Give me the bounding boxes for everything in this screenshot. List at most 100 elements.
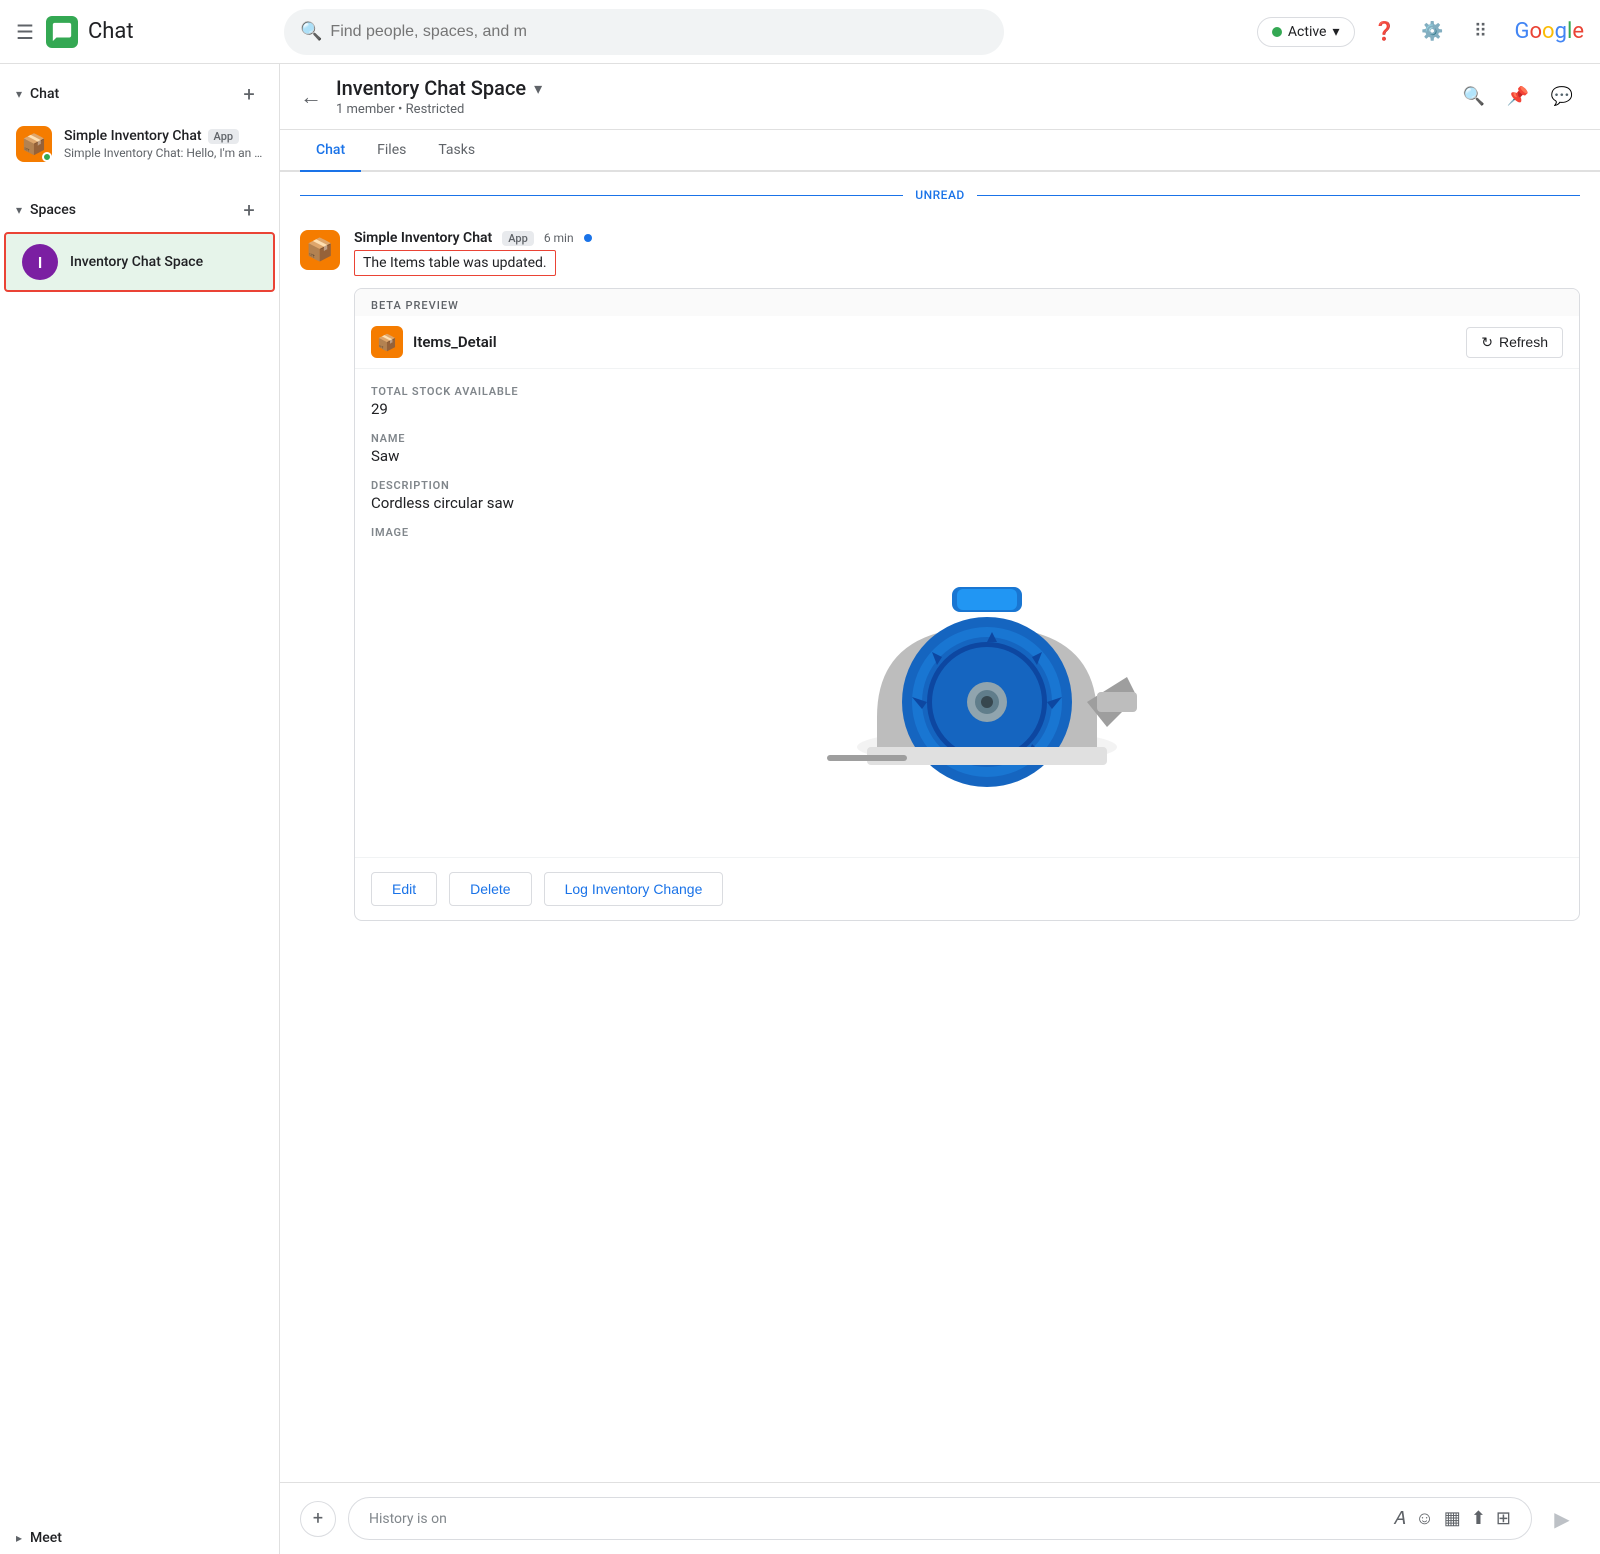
stock-value: 29 [371,400,1563,418]
add-chat-button[interactable]: + [235,80,263,108]
unread-line-left [300,195,903,196]
field-name: NAME Saw [371,432,1563,465]
meet-section-header[interactable]: ▸ Meet [16,1530,263,1546]
items-detail-card: BETA PREVIEW 📦 Items_Detail ↻ Refresh [354,288,1580,921]
card-title: Items_Detail [413,333,497,351]
send-button[interactable]: ▶ [1544,1501,1580,1537]
search-input[interactable] [330,23,988,41]
search-chat-icon[interactable]: 🔍 [1456,79,1492,115]
refresh-button[interactable]: ↻ Refresh [1466,327,1563,358]
message-text: The Items table was updated. [354,250,556,276]
app-title-label: Chat [88,19,134,44]
message-header: Simple Inventory Chat App 6 min [354,230,1580,246]
spaces-section-header[interactable]: ▾ Spaces + [0,188,279,232]
meet-section: ▸ Meet [0,1522,279,1554]
chat-title-row: Inventory Chat Space ▾ [336,76,1456,100]
message-row: 📦 Simple Inventory Chat App 6 min The It… [300,218,1580,933]
sidebar-item-name: Simple Inventory Chat App [64,128,263,144]
tab-tasks[interactable]: Tasks [422,130,491,172]
card-actions: Edit Delete Log Inventory Change [355,857,1579,920]
chat-chevron-icon: ▾ [16,87,22,101]
video-call-icon[interactable]: ⊞ [1496,1508,1511,1529]
chat-space-title: Inventory Chat Space [336,76,526,100]
chat-section-title: ▾ Chat [16,86,59,102]
meet-section-label: Meet [30,1530,62,1546]
spaces-section-title: ▾ Spaces [16,202,76,218]
message-time: 6 min [544,231,574,245]
space-dropdown-icon[interactable]: ▾ [534,79,542,98]
top-header: ☰ Chat 🔍 Active ▾ ❓ ⚙️ ⠿ Google [0,0,1600,64]
sidebar-item-inventory-space[interactable]: I Inventory Chat Space [4,232,275,292]
chat-logo-icon [51,21,73,43]
card-body: TOTAL STOCK AVAILABLE 29 NAME Saw DESCRI… [355,369,1579,857]
tab-files[interactable]: Files [361,130,422,172]
message-sender: Simple Inventory Chat [354,230,492,246]
simple-inventory-avatar: 📦 [16,126,52,162]
emoji-icon[interactable]: ☺ [1415,1508,1433,1529]
hamburger-icon[interactable]: ☰ [16,20,34,44]
pin-icon[interactable]: 📌 [1500,79,1536,115]
input-icons: 𝐴 ☺ ▦ ⬆ ⊞ [1393,1508,1511,1529]
refresh-icon: ↻ [1481,334,1493,351]
spaces-section-label: Spaces [30,202,76,218]
active-dot [1272,27,1282,37]
name-value: Saw [371,447,1563,465]
image-section [371,547,1563,827]
description-label: DESCRIPTION [371,479,1563,492]
card-header: 📦 Items_Detail ↻ Refresh [355,316,1579,369]
gif-icon[interactable]: ▦ [1444,1508,1461,1529]
beta-preview-label: BETA PREVIEW [355,289,1579,316]
message-input-box[interactable]: History is on 𝐴 ☺ ▦ ⬆ ⊞ [348,1497,1532,1540]
tab-chat[interactable]: Chat [300,130,361,172]
back-button[interactable]: ← [300,84,322,110]
chat-section-header[interactable]: ▾ Chat + [0,72,279,116]
chat-header-icons: 🔍 📌 💬 [1456,79,1580,115]
upload-icon[interactable]: ⬆ [1471,1508,1486,1529]
edit-button[interactable]: Edit [371,872,437,906]
chat-section-label: Chat [30,86,59,102]
unread-line-right [977,195,1580,196]
message-app-tag: App [502,231,534,246]
active-label: Active [1288,24,1327,40]
spaces-section: ▾ Spaces + I Inventory Chat Space [0,188,279,292]
add-attachment-button[interactable]: + [300,1501,336,1537]
field-stock: TOTAL STOCK AVAILABLE 29 [371,385,1563,418]
inventory-space-avatar: I [22,244,58,280]
app-logo [46,16,78,48]
image-label: IMAGE [371,526,1563,539]
saw-image [797,547,1137,827]
search-icon: 🔍 [300,21,322,42]
unread-divider: UNREAD [300,172,1580,218]
apps-icon[interactable]: ⠿ [1463,14,1499,50]
stock-label: TOTAL STOCK AVAILABLE [371,385,1563,398]
card-icon: 📦 [371,326,403,358]
sidebar-item-subtitle: Simple Inventory Chat: Hello, I'm an awe… [64,146,263,160]
description-value: Cordless circular saw [371,494,1563,512]
google-logo: Google [1515,19,1584,44]
active-status-badge[interactable]: Active ▾ [1257,17,1355,47]
unread-label: UNREAD [915,188,965,202]
card-title-row: 📦 Items_Detail [371,326,497,358]
header-right: Active ▾ ❓ ⚙️ ⠿ Google [1257,14,1584,50]
messages-area: UNREAD 📦 Simple Inventory Chat App 6 min… [280,172,1600,1482]
chat-section: ▾ Chat + 📦 Simple Inventory Chat App Sim… [0,64,279,180]
chat-area: ← Inventory Chat Space ▾ 1 member • Rest… [280,64,1600,1554]
refresh-label: Refresh [1499,334,1548,350]
chat-tabs: Chat Files Tasks [280,130,1600,172]
chat-title-block: Inventory Chat Space ▾ 1 member • Restri… [336,76,1456,117]
help-icon[interactable]: ❓ [1367,14,1403,50]
text-format-icon[interactable]: 𝐴 [1393,1508,1405,1529]
field-image: IMAGE [371,526,1563,827]
add-space-button[interactable]: + [235,196,263,224]
app-tag: App [208,129,240,144]
settings-icon[interactable]: ⚙️ [1415,14,1451,50]
search-bar[interactable]: 🔍 [284,9,1004,55]
sidebar-item-text: Simple Inventory Chat App Simple Invento… [64,128,263,160]
chat-subtitle: 1 member • Restricted [336,102,1456,117]
delete-button[interactable]: Delete [449,872,531,906]
sidebar-item-simple-inventory[interactable]: 📦 Simple Inventory Chat App Simple Inven… [0,116,279,172]
message-panel-icon[interactable]: 💬 [1544,79,1580,115]
message-avatar: 📦 [300,230,340,270]
inventory-space-name: Inventory Chat Space [70,254,203,270]
log-inventory-change-button[interactable]: Log Inventory Change [544,872,724,906]
